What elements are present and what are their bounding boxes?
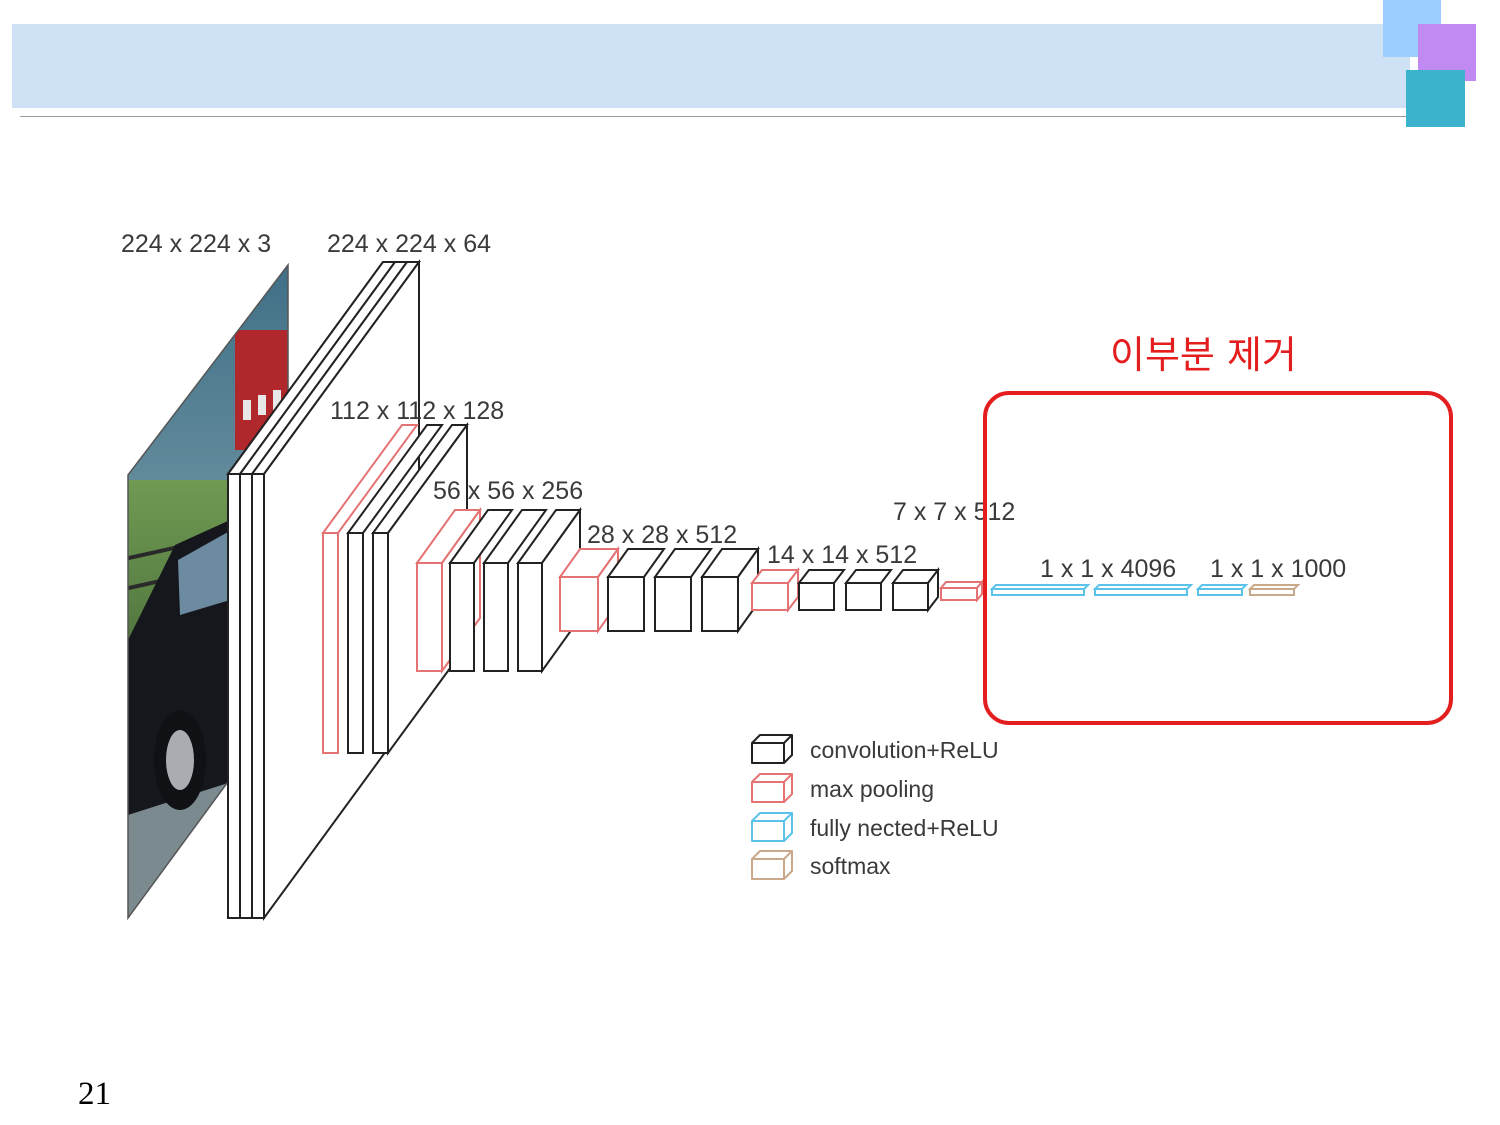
page-number: 21 xyxy=(78,1076,111,1112)
vgg16-architecture-diagram: 224 x 224 x 3 224 x 224 x 64 112 x 112 x… xyxy=(121,230,1453,922)
stage-5-dimension-label: 14 x 14 x 512 xyxy=(767,541,917,569)
stage-4-dimension-label: 28 x 28 x 512 xyxy=(587,521,737,549)
legend-label-convolution: convolution+ReLU xyxy=(810,737,999,763)
stage-1-dimension-label: 224 x 224 x 64 xyxy=(327,230,491,258)
input-dimension-label: 224 x 224 x 3 xyxy=(121,230,271,258)
stage-3-dimension-label: 56 x 56 x 256 xyxy=(433,477,583,505)
legend-item-max-pooling: max pooling xyxy=(751,773,934,803)
stage-5-layers xyxy=(749,567,941,613)
stage-3-layers xyxy=(415,506,582,675)
legend-swatch-convolution xyxy=(751,734,793,764)
fc-1000-dimension-label: 1 x 1 x 1000 xyxy=(1210,555,1346,583)
stage-4-layers xyxy=(558,545,760,635)
legend-item-convolution: convolution+ReLU xyxy=(751,734,999,764)
legend: convolution+ReLU max pooling fully necte… xyxy=(751,734,999,880)
fully-connected-layers xyxy=(989,584,1301,596)
stage-6-dimension-label: 7 x 7 x 512 xyxy=(893,498,1015,526)
legend-swatch-fully-connected xyxy=(751,812,793,842)
stage-6-layers xyxy=(938,579,985,603)
legend-item-softmax: softmax xyxy=(751,850,891,880)
fc-4096-dimension-label: 1 x 1 x 4096 xyxy=(1040,555,1176,583)
removal-annotation: 이부분 제거 xyxy=(1110,333,1297,377)
legend-item-fully-connected: fully nected+ReLU xyxy=(751,812,999,842)
legend-label-fully-connected: fully nected+ReLU xyxy=(810,815,999,841)
legend-swatch-max-pooling xyxy=(751,773,793,803)
legend-swatch-softmax xyxy=(751,850,793,880)
stage-2-dimension-label: 112 x 112 x 128 xyxy=(330,397,504,425)
legend-label-softmax: softmax xyxy=(810,853,891,879)
legend-label-max-pooling: max pooling xyxy=(810,776,934,802)
